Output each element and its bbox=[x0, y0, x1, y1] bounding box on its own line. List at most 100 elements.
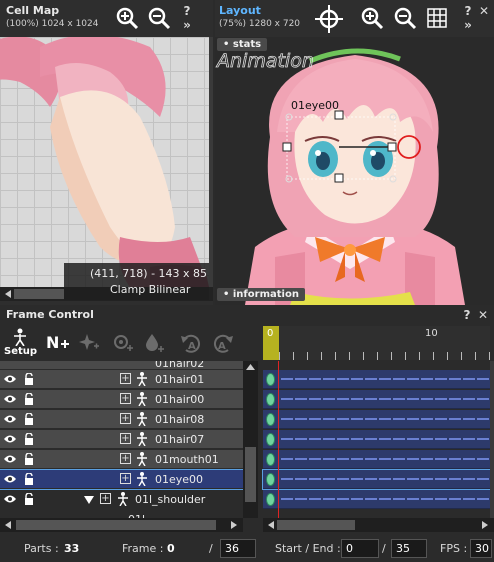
keyframe-marker[interactable] bbox=[266, 393, 275, 406]
layout-help-button[interactable]: ? bbox=[461, 4, 475, 18]
layer-row[interactable]: 01l_... bbox=[0, 510, 243, 518]
cell-map-forward-button[interactable]: » bbox=[180, 18, 194, 32]
collapse-triangle-icon[interactable] bbox=[84, 494, 94, 507]
layer-list-vscroll-thumb[interactable] bbox=[245, 447, 256, 502]
timeline-track[interactable] bbox=[262, 469, 491, 490]
keyframe-marker[interactable] bbox=[266, 413, 275, 426]
start-frame-field[interactable]: 0 bbox=[341, 539, 379, 558]
keyframe-marker[interactable] bbox=[266, 433, 275, 446]
visibility-eye-icon[interactable] bbox=[4, 474, 16, 484]
timeline-track[interactable] bbox=[263, 390, 490, 409]
layer-row[interactable]: +01eye00 bbox=[0, 469, 244, 490]
lock-icon[interactable] bbox=[24, 372, 34, 385]
layer-row[interactable]: +01mouth01 bbox=[0, 450, 243, 469]
new-part-button[interactable]: N bbox=[45, 332, 71, 354]
layer-row[interactable]: +01hair00 bbox=[0, 390, 243, 409]
crosshair-icon[interactable] bbox=[315, 5, 343, 33]
visibility-eye-icon[interactable] bbox=[4, 394, 16, 404]
add-mask-button[interactable] bbox=[143, 332, 165, 354]
layer-name: 01hair02 bbox=[155, 361, 205, 370]
zoom-in-icon[interactable] bbox=[360, 6, 384, 30]
scroll-left-icon[interactable] bbox=[4, 521, 12, 529]
visibility-eye-icon[interactable] bbox=[4, 494, 16, 504]
expand-plus-icon[interactable]: + bbox=[120, 373, 131, 384]
lock-icon[interactable] bbox=[24, 452, 34, 465]
lock-icon[interactable] bbox=[24, 432, 34, 445]
lock-icon[interactable] bbox=[24, 472, 34, 485]
layer-row[interactable]: 01hair02 bbox=[0, 361, 243, 370]
visibility-eye-icon[interactable] bbox=[4, 434, 16, 444]
cell-map-title: Cell Map bbox=[6, 4, 60, 17]
lock-icon[interactable] bbox=[24, 412, 34, 425]
frame-help-button[interactable]: ? bbox=[460, 308, 474, 322]
layer-name: 01hair08 bbox=[155, 413, 205, 426]
status-bar: Parts : 33 Frame : 0 / 36 Start / End : … bbox=[0, 536, 494, 562]
scroll-left-icon[interactable] bbox=[267, 521, 275, 529]
timeline-track[interactable] bbox=[263, 490, 490, 509]
layer-row[interactable]: +01hair08 bbox=[0, 410, 243, 429]
timeline-track[interactable] bbox=[263, 450, 490, 469]
timeline-ruler[interactable]: 0 10 bbox=[263, 326, 490, 360]
grid-icon[interactable] bbox=[426, 7, 448, 29]
undo-button[interactable]: A bbox=[180, 332, 202, 354]
expand-plus-icon[interactable]: + bbox=[100, 493, 111, 504]
lock-icon[interactable] bbox=[24, 492, 34, 505]
scroll-right-icon[interactable] bbox=[230, 521, 238, 529]
cell-map-vscroll[interactable] bbox=[209, 37, 213, 287]
layer-list[interactable]: 01hair02 +01hair01 +01hair00 +01hair08 +01h… bbox=[0, 361, 258, 518]
layer-list-hscroll[interactable] bbox=[0, 518, 243, 532]
character-preview-image: Animation bbox=[215, 37, 494, 305]
timeline-hscroll-thumb[interactable] bbox=[277, 520, 355, 530]
timeline-track[interactable] bbox=[263, 410, 490, 429]
keyframe-marker[interactable] bbox=[266, 493, 275, 506]
cell-map-canvas[interactable] bbox=[0, 37, 209, 287]
expand-plus-icon[interactable]: + bbox=[120, 453, 131, 464]
layout-close-button[interactable]: ✕ bbox=[477, 4, 491, 18]
keyframe-marker[interactable] bbox=[266, 473, 275, 486]
layout-forward-button[interactable]: » bbox=[461, 18, 475, 32]
timeline-hscroll[interactable] bbox=[263, 518, 494, 532]
visibility-eye-icon[interactable] bbox=[4, 374, 16, 384]
visibility-eye-icon[interactable] bbox=[4, 414, 16, 424]
undo-a-icon: A bbox=[181, 334, 201, 353]
timeline-track[interactable] bbox=[263, 430, 490, 449]
lock-icon[interactable] bbox=[24, 392, 34, 405]
expand-plus-icon[interactable]: + bbox=[120, 473, 131, 484]
target-add-icon bbox=[114, 335, 133, 351]
scroll-left-icon[interactable] bbox=[4, 290, 12, 298]
layer-row[interactable]: +01hair07 bbox=[0, 430, 243, 449]
redo-button[interactable]: A bbox=[212, 332, 234, 354]
frame-close-button[interactable]: ✕ bbox=[476, 308, 490, 322]
layout-canvas[interactable]: Animation 01eye00 bbox=[215, 37, 494, 305]
scroll-up-icon[interactable] bbox=[246, 363, 255, 371]
fps-field[interactable]: 30 bbox=[470, 539, 492, 558]
layer-list-hscroll-thumb[interactable] bbox=[16, 520, 216, 530]
setup-button[interactable]: Setup bbox=[4, 328, 37, 360]
information-tab[interactable]: • information bbox=[217, 288, 305, 301]
add-null-button[interactable] bbox=[112, 332, 134, 354]
expand-plus-icon[interactable]: + bbox=[120, 393, 131, 404]
zoom-out-icon[interactable] bbox=[393, 6, 417, 30]
visibility-eye-icon[interactable] bbox=[4, 454, 16, 464]
layer-row[interactable]: +01l_shoulder bbox=[0, 490, 243, 509]
layer-list-vscroll[interactable] bbox=[243, 361, 258, 518]
timeline-track[interactable] bbox=[263, 370, 490, 389]
sparkle-icon bbox=[79, 334, 99, 350]
cell-map-hscroll-thumb[interactable] bbox=[14, 289, 64, 299]
keyframe-marker[interactable] bbox=[266, 453, 275, 466]
scroll-right-icon[interactable] bbox=[481, 521, 489, 529]
timeline-vscroll[interactable] bbox=[490, 361, 494, 518]
end-frame-field[interactable]: 35 bbox=[391, 539, 427, 558]
svg-text:N: N bbox=[46, 333, 59, 352]
layer-row[interactable]: +01hair01 bbox=[0, 370, 243, 389]
total-frames-field[interactable]: 36 bbox=[220, 539, 256, 558]
expand-plus-icon[interactable]: + bbox=[120, 413, 131, 424]
cell-map-help-button[interactable]: ? bbox=[180, 4, 194, 18]
playhead-line bbox=[278, 361, 279, 518]
add-effect-button[interactable] bbox=[78, 332, 100, 354]
stats-tab[interactable]: • stats bbox=[217, 38, 268, 51]
keyframe-marker[interactable] bbox=[266, 373, 275, 386]
zoom-out-icon[interactable] bbox=[147, 6, 171, 30]
expand-plus-icon[interactable]: + bbox=[120, 433, 131, 444]
zoom-in-icon[interactable] bbox=[115, 6, 139, 30]
